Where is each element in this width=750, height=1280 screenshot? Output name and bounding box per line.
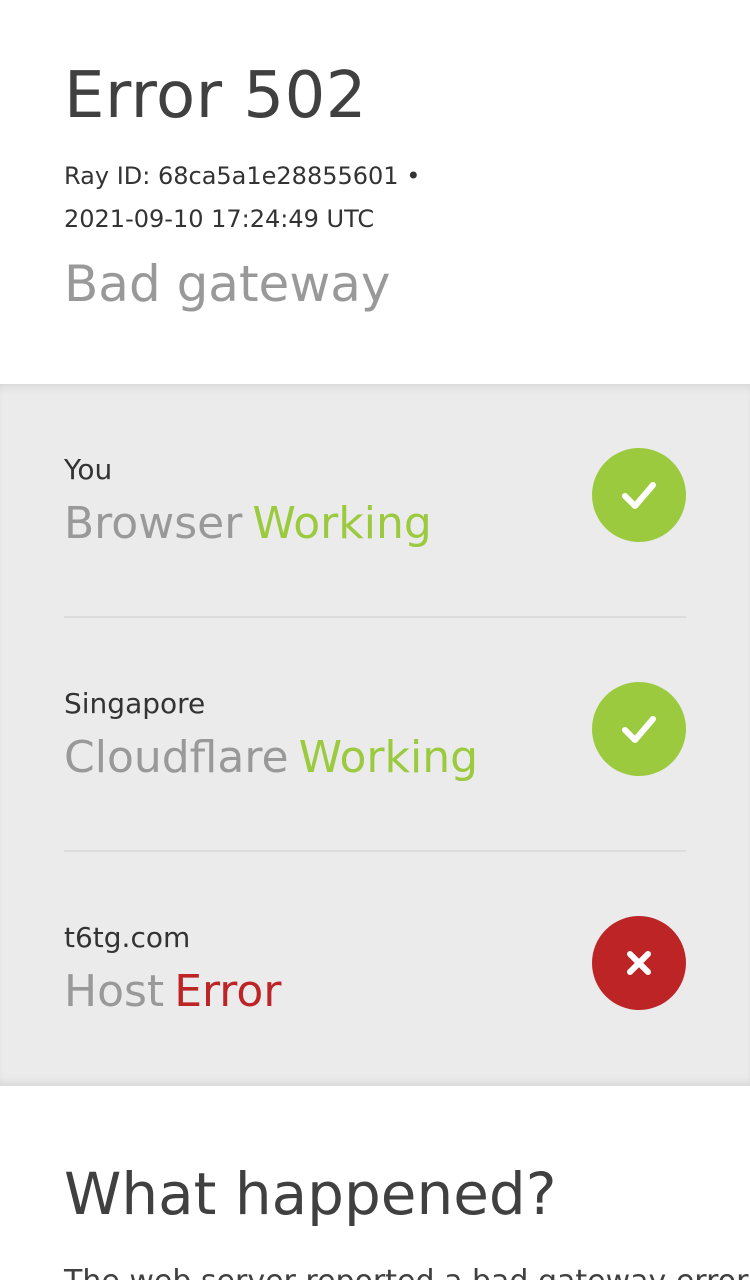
what-happened-section: What happened? The web server reported a… (0, 1086, 750, 1280)
check-icon-glyph (622, 716, 656, 743)
status-service: Cloudflare (64, 732, 289, 783)
status-service: Browser (64, 498, 243, 549)
close-icon (592, 916, 686, 1010)
check-icon (592, 682, 686, 776)
page-title: Error 502 (64, 59, 367, 133)
section-body: The web server reported a bad gateway er… (64, 1262, 750, 1280)
status-service-line: Cloudflare Working (64, 730, 478, 786)
close-icon-glyph (627, 951, 651, 975)
error-subtitle: Bad gateway (64, 255, 391, 313)
error-page: Error 502 Ray ID: 68ca5a1e28855601 • 202… (0, 0, 750, 1280)
timestamp: 2021-09-10 17:24:49 UTC (64, 205, 375, 233)
section-heading: What happened? (64, 1160, 557, 1228)
ray-id: Ray ID: 68ca5a1e28855601 • (64, 162, 421, 190)
status-row-host: t6tg.com Host Error (64, 852, 686, 1086)
status-location: t6tg.com (64, 921, 191, 954)
status-state: Working (298, 732, 479, 783)
status-state: Working (252, 498, 432, 549)
error-header: Error 502 Ray ID: 68ca5a1e28855601 • 202… (0, 0, 750, 384)
check-icon-glyph (622, 482, 656, 509)
status-row-cloudflare: Singapore Cloudflare Working (64, 618, 686, 852)
status-service-line: Host Error (64, 964, 281, 1020)
status-panel: You Browser Working Singapore Cloudflare W… (0, 384, 750, 1086)
status-location: Singapore (64, 687, 206, 720)
status-row-browser: You Browser Working (64, 384, 686, 618)
status-location: You (64, 453, 113, 486)
check-icon (592, 448, 686, 542)
status-service: Host (64, 966, 165, 1017)
status-state: Error (174, 966, 282, 1017)
status-service-line: Browser Working (64, 496, 432, 552)
